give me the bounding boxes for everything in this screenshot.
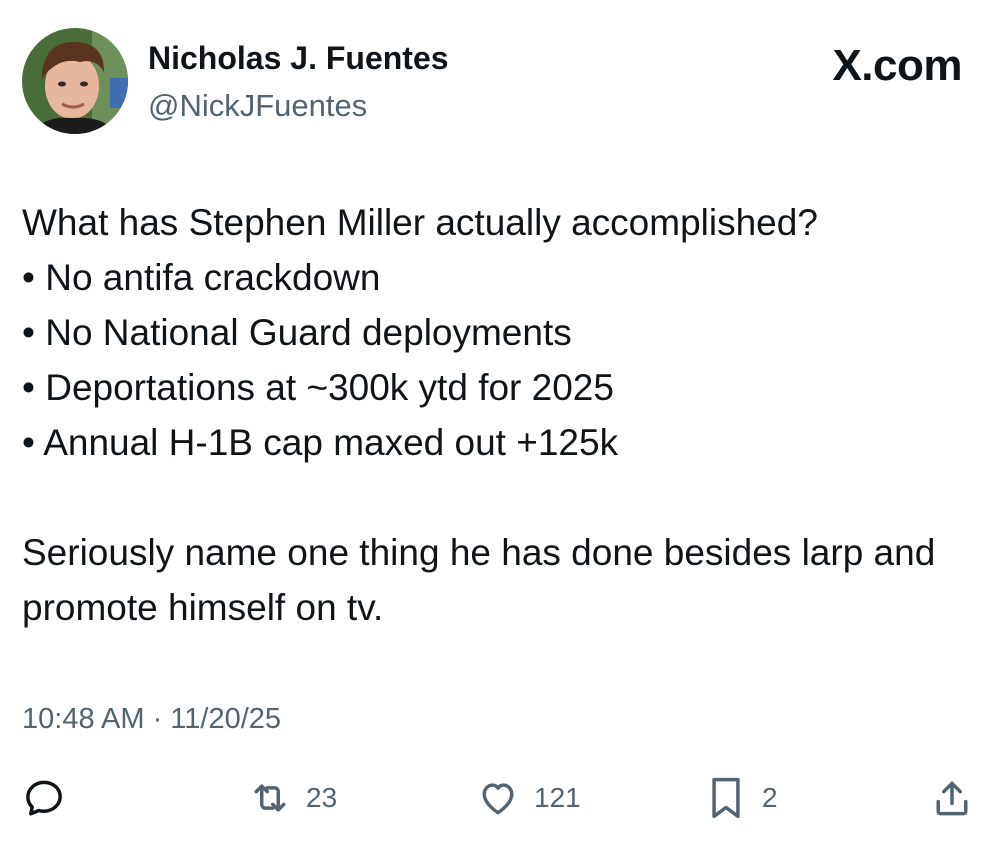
paragraph-break <box>22 470 982 525</box>
tweet-line: • No National Guard deployments <box>22 312 572 353</box>
tweet-text: What has Stephen Miller actually accompl… <box>22 195 982 635</box>
repost-icon <box>254 784 286 812</box>
tweet-line: • Annual H-1B cap maxed out +125k <box>22 422 619 463</box>
like-count: 121 <box>534 782 581 813</box>
action-bar: 23 121 2 <box>0 770 1000 826</box>
author-display-name[interactable]: Nicholas J. Fuentes <box>148 38 449 78</box>
brand-logo: X.com <box>832 41 962 90</box>
tweet-line: • No antifa crackdown <box>22 257 381 298</box>
tweet-timestamp[interactable]: 10:48 AM · 11/20/25 <box>22 700 281 738</box>
tweet-line: • Deportations at ~300k ytd for 2025 <box>22 367 614 408</box>
like-button[interactable]: 121 <box>476 770 581 826</box>
share-button[interactable] <box>930 770 974 826</box>
reply-button[interactable] <box>22 770 66 826</box>
tweet-line: What has Stephen Miller actually accompl… <box>22 202 818 243</box>
repost-button[interactable]: 23 <box>248 770 337 826</box>
bookmark-button[interactable]: 2 <box>704 770 778 826</box>
avatar-photo <box>22 28 128 134</box>
reply-icon <box>26 780 62 816</box>
tweet-closing: Seriously name one thing he has done bes… <box>22 532 936 628</box>
heart-icon <box>482 783 514 815</box>
avatar[interactable] <box>22 28 128 134</box>
share-icon <box>936 781 968 816</box>
bookmark-count: 2 <box>762 782 778 813</box>
author-handle[interactable]: @NickJFuentes <box>148 86 367 126</box>
bookmark-icon <box>712 777 740 819</box>
repost-count: 23 <box>306 782 338 813</box>
